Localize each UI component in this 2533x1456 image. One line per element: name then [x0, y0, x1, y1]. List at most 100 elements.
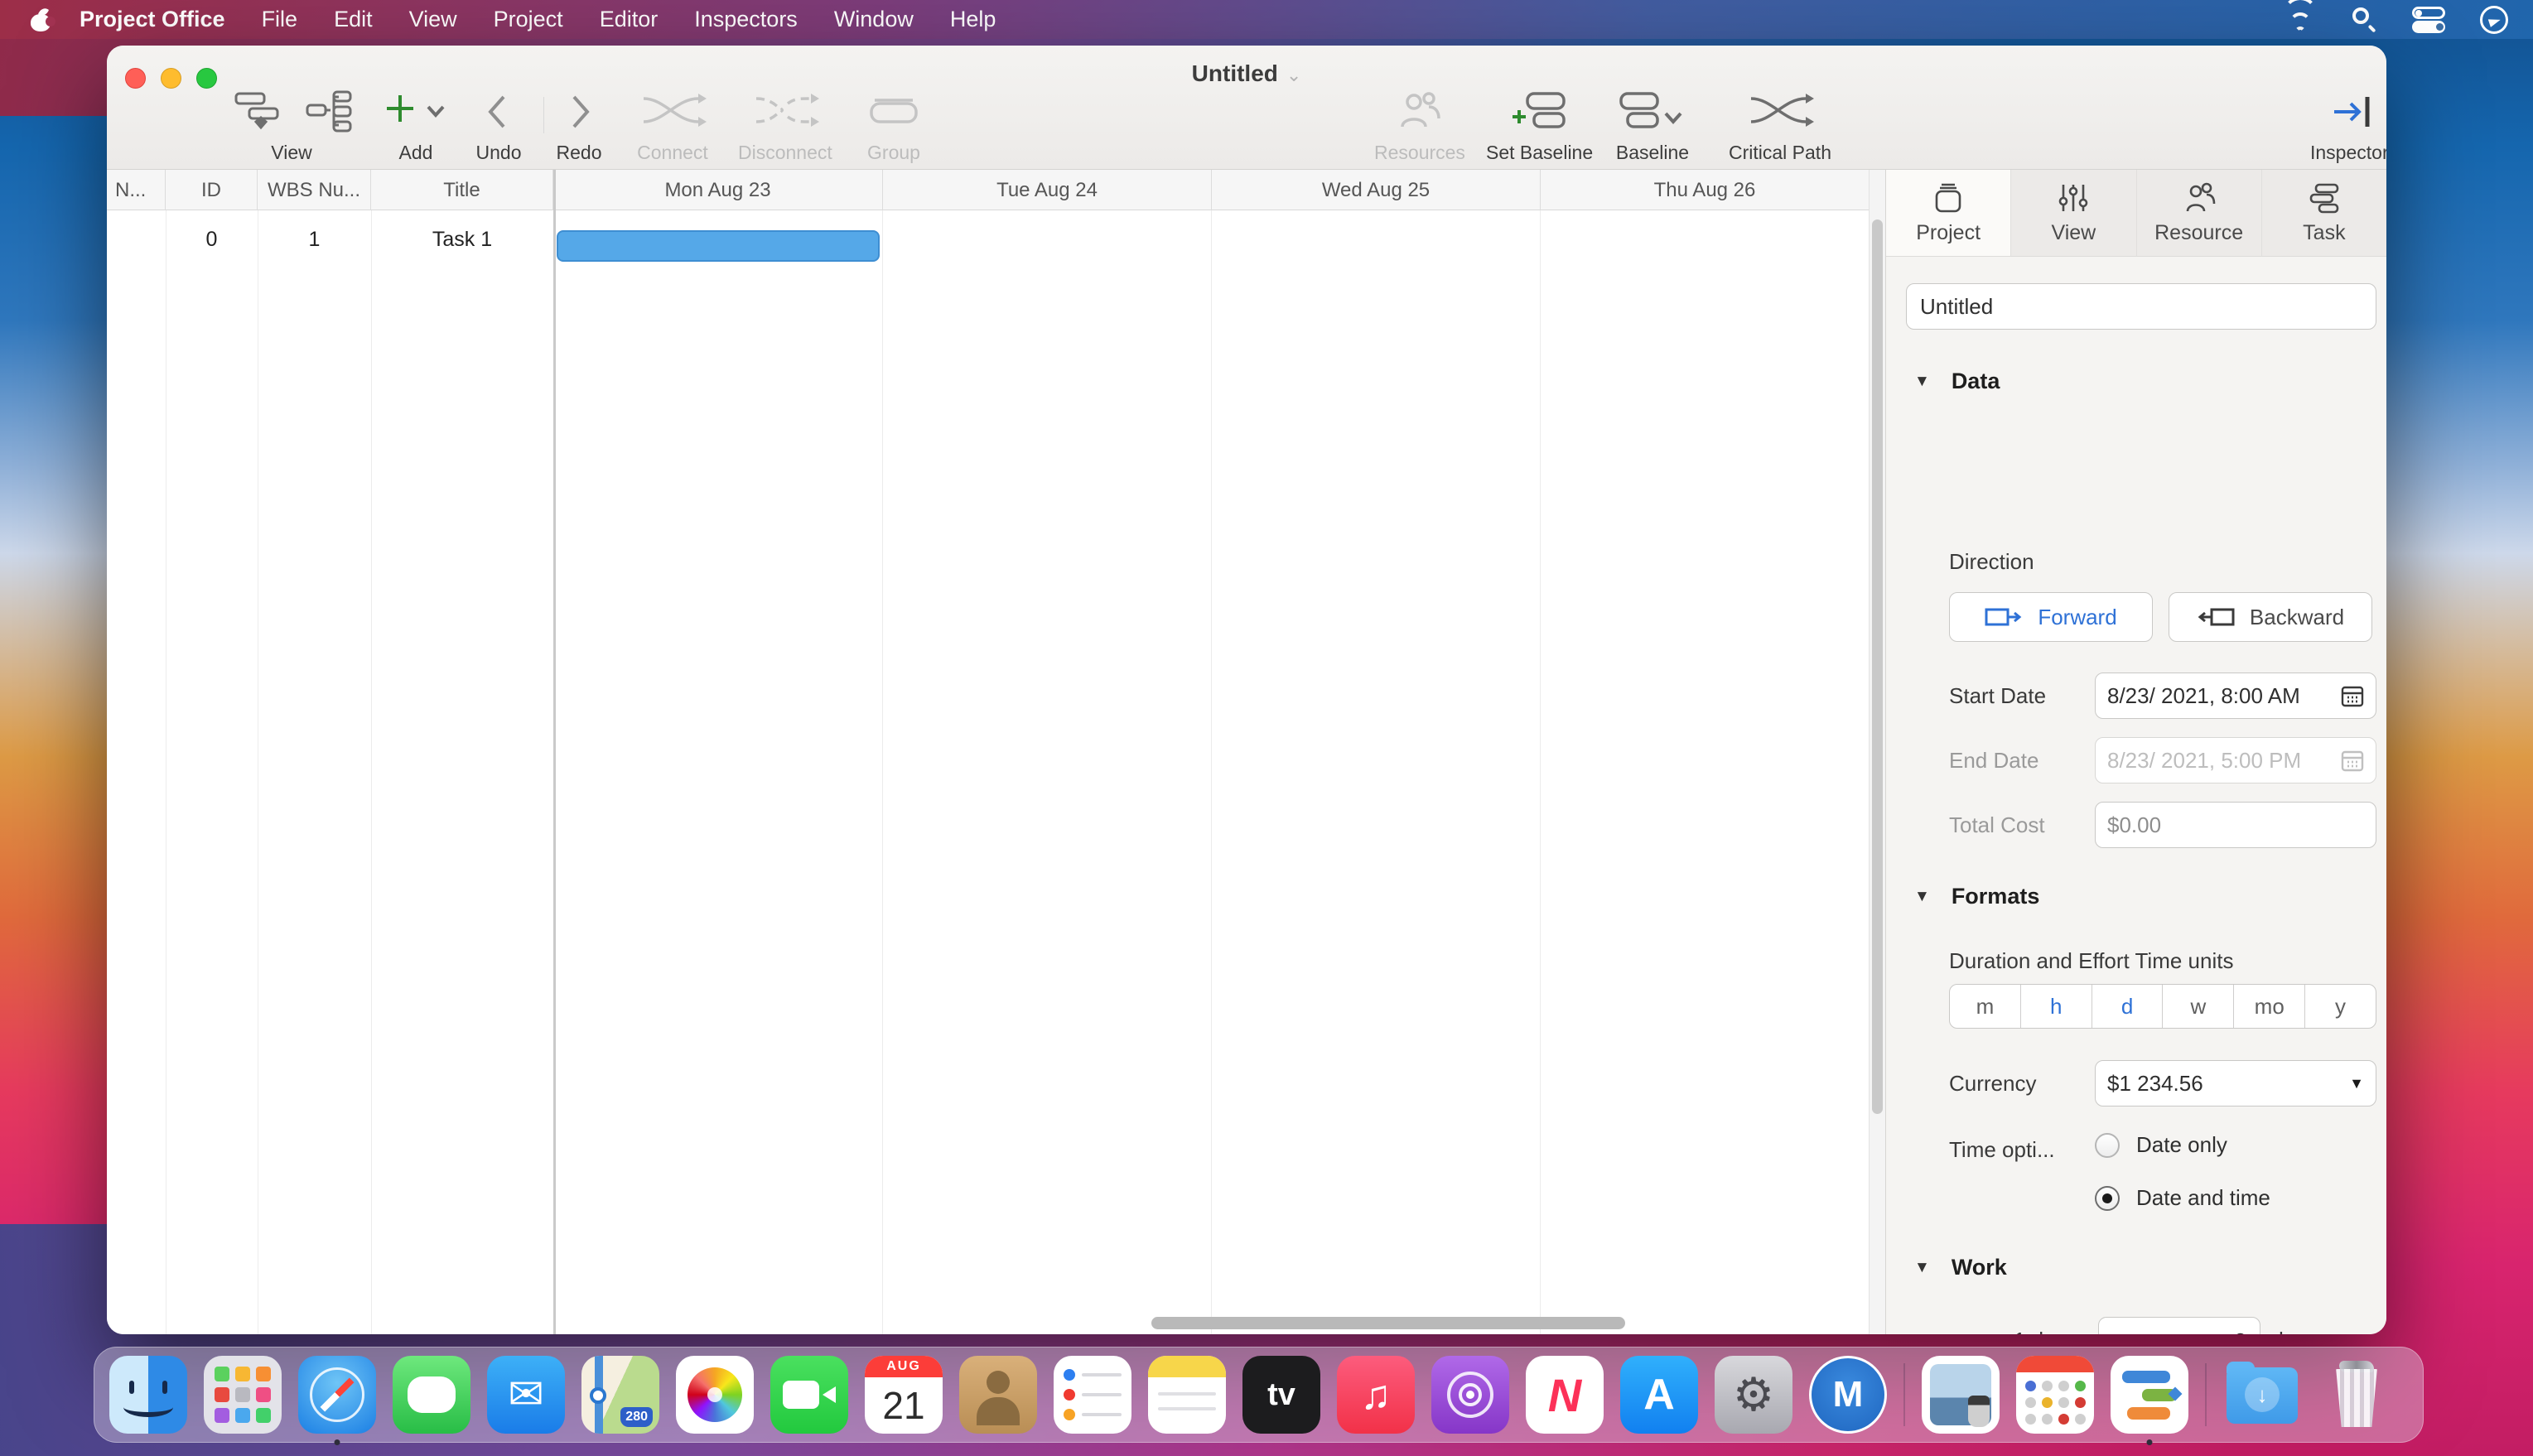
dock-maps-icon[interactable]: 280 [581, 1356, 659, 1434]
calendar-icon[interactable] [2341, 684, 2364, 707]
menu-item-window[interactable]: Window [834, 7, 914, 32]
dock-project-office-icon[interactable] [2111, 1356, 2188, 1434]
date-only-option[interactable]: Date only [2095, 1132, 2227, 1158]
critical-path-button[interactable]: Critical Path [1729, 89, 1831, 164]
dock-facetime-icon[interactable] [770, 1356, 848, 1434]
dock-photos-icon[interactable] [676, 1356, 754, 1434]
vertical-scrollbar[interactable] [1869, 170, 1885, 1334]
project-name-input[interactable] [1906, 283, 2376, 330]
wifi-icon[interactable] [2283, 7, 2318, 33]
disclosure-triangle-icon[interactable]: ▼ [1914, 888, 1930, 906]
redo-button[interactable]: Redo [556, 89, 602, 164]
dock-music-icon[interactable]: ♫ [1337, 1356, 1415, 1434]
unit-y[interactable]: y [2305, 985, 2376, 1028]
dock-app-store-icon[interactable]: A [1620, 1356, 1698, 1434]
tab-project[interactable]: Project [1886, 170, 2011, 256]
inspectors-button[interactable]: Inspectors [2310, 89, 2386, 164]
set-baseline-icon[interactable] [1503, 89, 1577, 135]
undo-icon[interactable] [475, 89, 522, 135]
dock-system-preferences-icon[interactable]: ⚙ [1715, 1356, 1792, 1434]
baseline-button[interactable]: Baseline [1613, 89, 1692, 164]
data-section-header[interactable]: ▼Data [1914, 369, 2000, 394]
dock-divider [2205, 1363, 2207, 1426]
tab-view[interactable]: View [2011, 170, 2136, 256]
dock-news-icon[interactable]: N [1526, 1356, 1604, 1434]
status-compass-icon[interactable] [2480, 6, 2508, 34]
vertical-scrollbar-thumb[interactable] [1872, 219, 1883, 1114]
dock-calendar-icon[interactable]: AUG 21 [865, 1356, 943, 1434]
table-row[interactable]: 0 1 Task 1 [107, 210, 553, 268]
disclosure-triangle-icon[interactable]: ▼ [1914, 1259, 1930, 1277]
set-baseline-button[interactable]: Set Baseline [1486, 89, 1593, 164]
dock-contacts-icon[interactable] [959, 1356, 1037, 1434]
undo-button[interactable]: Undo [475, 89, 522, 164]
date-and-time-option[interactable]: Date and time [2095, 1185, 2270, 1211]
backward-button[interactable]: Backward [2169, 592, 2372, 642]
dock-finder-icon[interactable] [109, 1356, 187, 1434]
gantt-view-icon[interactable] [231, 89, 352, 135]
add-icon[interactable] [380, 89, 451, 135]
group-button: Group [856, 89, 931, 164]
disclosure-triangle-icon[interactable]: ▼ [1914, 373, 1930, 391]
dock-reminders-icon[interactable] [1054, 1356, 1131, 1434]
dock-photo-app-icon[interactable] [1922, 1356, 2000, 1434]
toolbar: Untitled⌄ View Add [107, 46, 2386, 170]
dock-messages-icon[interactable] [393, 1356, 470, 1434]
unit-mo[interactable]: mo [2234, 985, 2305, 1028]
formats-section-header[interactable]: ▼Formats [1914, 884, 2039, 909]
menu-app-name[interactable]: Project Office [80, 7, 225, 32]
dock-notes-icon[interactable] [1148, 1356, 1226, 1434]
forward-button[interactable]: Forward [1949, 592, 2153, 642]
critical-path-icon[interactable] [1735, 89, 1826, 135]
column-header-notes[interactable]: N... [107, 170, 166, 210]
grid-line [882, 210, 883, 1334]
hours-per-day-input[interactable] [2098, 1317, 2260, 1334]
tab-resource[interactable]: Resource [2137, 170, 2262, 256]
running-indicator [335, 1439, 340, 1445]
title-chevron-icon[interactable]: ⌄ [1286, 65, 1301, 85]
radio-unselected-icon[interactable] [2095, 1133, 2120, 1158]
start-date-field[interactable]: 8/23/ 2021, 8:00 AM [2095, 673, 2376, 719]
horizontal-scrollbar-thumb[interactable] [1151, 1317, 1625, 1329]
menu-item-file[interactable]: File [262, 7, 298, 32]
menu-item-edit[interactable]: Edit [334, 7, 373, 32]
unit-m[interactable]: m [1950, 985, 2021, 1028]
hours-unit-label: hours [2279, 1328, 2333, 1334]
dock-mail-icon[interactable]: ✉ [487, 1356, 565, 1434]
redo-icon[interactable] [556, 89, 602, 135]
column-header-title[interactable]: Title [371, 170, 553, 210]
currency-dropdown[interactable]: $1 234.56 ▼ [2095, 1060, 2376, 1106]
view-buttons[interactable]: View [231, 89, 352, 164]
inspectors-icon[interactable] [2328, 89, 2381, 135]
gantt-task-bar[interactable] [557, 230, 880, 262]
dock-apple-tv-icon[interactable]: tv [1242, 1356, 1320, 1434]
unit-d[interactable]: d [2092, 985, 2164, 1028]
dock-planner-app-icon[interactable] [2016, 1356, 2094, 1434]
apple-menu-icon[interactable] [30, 8, 51, 31]
add-button[interactable]: Add [380, 89, 451, 164]
menu-item-project[interactable]: Project [494, 7, 563, 32]
menu-item-editor[interactable]: Editor [600, 7, 659, 32]
dock-downloads-icon[interactable]: ↓ [2223, 1356, 2301, 1434]
search-icon[interactable] [2352, 7, 2377, 32]
column-header-wbs[interactable]: WBS Nu... [258, 170, 371, 210]
grid-line [1540, 210, 1541, 1334]
menu-item-inspectors[interactable]: Inspectors [694, 7, 798, 32]
control-center-icon[interactable] [2412, 7, 2445, 33]
dock-m-app-icon[interactable]: M [1809, 1356, 1887, 1434]
unit-h[interactable]: h [2021, 985, 2092, 1028]
dock-trash-icon[interactable] [2318, 1356, 2395, 1434]
work-section-header[interactable]: ▼Work [1914, 1255, 2007, 1280]
tab-task[interactable]: Task [2262, 170, 2386, 256]
menu-item-view[interactable]: View [409, 7, 457, 32]
table-gantt-splitter[interactable] [553, 170, 556, 1334]
baseline-icon[interactable] [1613, 89, 1692, 135]
dock-podcasts-icon[interactable] [1431, 1356, 1509, 1434]
radio-selected-icon[interactable] [2095, 1186, 2120, 1211]
column-header-id[interactable]: ID [166, 170, 258, 210]
unit-w[interactable]: w [2163, 985, 2234, 1028]
duration-units-label: Duration and Effort Time units [1949, 948, 2233, 974]
dock-launchpad-icon[interactable] [204, 1356, 282, 1434]
dock-safari-icon[interactable] [298, 1356, 376, 1434]
menu-item-help[interactable]: Help [950, 7, 996, 32]
